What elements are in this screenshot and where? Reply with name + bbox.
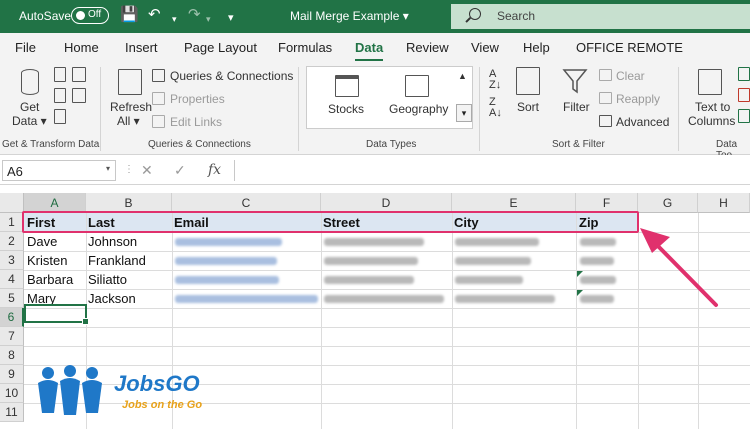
data-types-gallery: Stocks Geography [306,66,473,129]
jobsgo-people-logo-icon [38,365,102,415]
jobsgo-watermark: JobsGO Jobs on the Go [34,363,204,419]
data-validation-icon[interactable] [738,109,750,123]
reapply-button[interactable]: Reapply [616,93,660,106]
formula-input[interactable] [234,160,750,181]
filter-label: Filter [563,100,590,114]
tab-formulas[interactable]: Formulas [278,40,332,55]
document-title[interactable]: Mail Merge Example ▾ [290,9,409,23]
name-box[interactable]: A6 ▾ [2,160,116,181]
redo-icon[interactable]: ↷ [188,6,201,24]
get-data-label-1: Get [20,100,40,114]
properties-icon [152,92,165,105]
tab-file[interactable]: File [15,40,36,55]
tab-review[interactable]: Review [406,40,449,55]
properties-button[interactable]: Properties [170,93,225,106]
name-box-dropdown-icon[interactable]: ▾ [106,164,110,173]
sort-z-a-icon[interactable]: Z A↓ [489,97,502,119]
jobsgo-tagline: Jobs on the Go [122,399,203,411]
toggle-knob [76,11,85,20]
undo-icon[interactable]: ↶ [148,6,161,24]
advanced-filter-icon [599,115,612,127]
group-sort-filter: Sort & Filter [552,139,605,150]
search-placeholder: Search [497,9,536,23]
save-icon[interactable]: 💾 [120,6,139,24]
group-queries: Queries & Connections [148,139,251,150]
recent-sources-icon[interactable] [72,88,86,103]
tab-data[interactable]: Data [355,40,384,62]
geography-label: Geography [389,102,449,116]
ribbon: Get Data ▾ Get & Transform Data Refresh … [0,61,750,161]
group-separator [678,67,679,151]
group-data-types: Data Types [366,139,417,150]
customize-toolbar-icon[interactable]: ▾ [228,9,234,27]
stocks-label: Stocks [328,102,365,116]
autosave-state: Off [88,9,102,20]
tab-help[interactable]: Help [523,40,550,55]
queries-connections-icon [152,69,165,82]
scroll-up-icon[interactable]: ▲ [458,70,467,83]
remove-duplicates-icon[interactable] [738,88,750,102]
refresh-label-1: Refresh [110,100,153,114]
data-types-more-button[interactable]: ▾ [456,104,472,122]
filter-funnel-icon [562,69,588,94]
enter-icon[interactable]: ✓ [174,162,186,179]
sort-icon [516,67,540,95]
geography-map-icon [405,75,429,97]
queries-connections-button[interactable]: Queries & Connections [170,70,293,83]
existing-connections-icon[interactable] [54,109,66,124]
refresh-icon [118,69,142,95]
tab-page-layout[interactable]: Page Layout [184,40,257,55]
sort-a-z-icon[interactable]: A Z↓ [489,69,501,91]
group-get-transform: Get & Transform Data [2,139,100,150]
refresh-label-2: All ▾ [117,114,140,128]
autosave-label: AutoSave [19,9,72,23]
group-separator [479,67,480,151]
more-options-icon: ⋮ [124,164,134,175]
advanced-button[interactable]: Advanced [616,116,669,129]
flash-fill-icon[interactable] [738,67,750,81]
reapply-icon [599,92,612,104]
group-separator [100,67,101,151]
tab-home[interactable]: Home [64,40,99,55]
name-box-value: A6 [7,164,23,179]
search-icon [469,8,481,20]
stocks-bank-icon [335,75,359,97]
cancel-icon[interactable]: ✕ [141,162,153,179]
redo-dropdown-icon[interactable]: ▾ [206,10,211,28]
sort-label: Sort [517,100,540,114]
tab-insert[interactable]: Insert [125,40,158,55]
get-data-label-2: Data ▾ [12,114,47,128]
insert-function-icon[interactable]: fx [208,162,221,178]
undo-dropdown-icon[interactable]: ▾ [172,10,177,28]
text-to-label-2: Columns [688,114,736,128]
from-web-icon[interactable] [72,67,86,82]
edit-links-icon [152,115,165,128]
database-icon [21,69,39,95]
formula-bar: A6 ▾ ⋮ ✕ ✓ fx [0,155,750,185]
tab-view[interactable]: View [471,40,499,55]
from-table-icon[interactable] [54,88,66,103]
autosave-toggle[interactable]: Off [71,7,109,24]
tab-office-remote[interactable]: OFFICE REMOTE [576,40,683,55]
clear-button[interactable]: Clear [616,70,645,83]
search-box[interactable]: Search [451,4,750,29]
clear-filter-icon [599,69,612,81]
group-separator [298,67,299,151]
from-text-icon[interactable] [54,67,66,82]
edit-links-button[interactable]: Edit Links [170,116,222,129]
jobsgo-brand-text: JobsGO [114,371,200,396]
ribbon-tabs: File Home Insert Page Layout Formulas Da… [0,33,750,62]
text-to-columns-icon [698,69,722,95]
text-to-label-1: Text to [695,100,731,114]
title-bar: AutoSave Off 💾 ↶ ▾ ↷ ▾ ▾ Mail Merge Exam… [0,0,750,33]
